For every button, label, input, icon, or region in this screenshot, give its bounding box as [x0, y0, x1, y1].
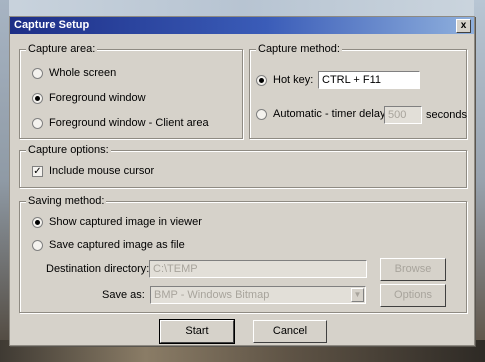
radio-indicator-selected — [32, 216, 43, 228]
desktop-background-left — [0, 0, 9, 362]
capture-method-label: Capture method: — [256, 43, 342, 55]
seconds-label: seconds — [426, 109, 467, 121]
start-button[interactable]: Start — [159, 319, 235, 344]
checkbox-label: Include mouse cursor — [49, 165, 155, 177]
radio-indicator — [256, 108, 267, 120]
radio-foreground-client-area[interactable]: Foreground window - Client area — [32, 117, 209, 129]
radio-foreground-window[interactable]: Foreground window — [32, 92, 146, 104]
capture-area-group: Capture area: Whole screen Foreground wi… — [19, 43, 243, 139]
check-icon: ✓ — [32, 165, 43, 177]
destination-directory-input[interactable]: C:\TEMP — [149, 260, 367, 278]
radio-label: Whole screen — [49, 67, 117, 79]
radio-whole-screen[interactable]: Whole screen — [32, 67, 116, 79]
capture-options-group: Capture options: ✓ Include mouse cursor — [19, 144, 467, 188]
hotkey-label: Hot key: — [273, 74, 314, 86]
timer-delay-input[interactable]: 500 — [384, 106, 422, 124]
destination-directory-label: Destination directory: — [46, 263, 150, 275]
save-as-label: Save as: — [102, 289, 145, 301]
saving-method-group: Saving method: Show captured image in vi… — [19, 195, 467, 313]
radio-hot-key[interactable]: Hot key: — [256, 74, 313, 86]
radio-save-as-file[interactable]: Save captured image as file — [32, 239, 185, 251]
options-button[interactable]: Options — [380, 284, 446, 307]
capture-method-group: Capture method: Hot key: CTRL + F11 Auto… — [249, 43, 467, 139]
close-icon: x — [460, 20, 467, 31]
checkbox-include-mouse-cursor[interactable]: ✓ Include mouse cursor — [32, 165, 154, 177]
radio-automatic-timer[interactable]: Automatic - timer delay: — [256, 108, 389, 120]
radio-indicator-selected — [32, 92, 43, 104]
saving-method-label: Saving method: — [26, 195, 107, 207]
automatic-label: Automatic - timer delay: — [273, 108, 389, 120]
capture-options-label: Capture options: — [26, 144, 111, 156]
save-as-value: BMP - Windows Bitmap — [154, 289, 270, 301]
radio-indicator — [32, 117, 43, 129]
capture-area-label: Capture area: — [26, 43, 98, 55]
radio-label: Show captured image in viewer — [49, 216, 202, 228]
desktop-background-top — [0, 0, 485, 16]
radio-indicator-selected — [256, 74, 267, 86]
browse-button[interactable]: Browse — [380, 258, 446, 281]
close-button[interactable]: x — [456, 19, 471, 33]
title-bar[interactable]: Capture Setup x — [10, 17, 474, 34]
radio-indicator — [32, 239, 43, 251]
radio-label: Foreground window - Client area — [49, 117, 209, 129]
chevron-down-icon[interactable]: ▼ — [351, 288, 364, 302]
capture-setup-dialog: Capture Setup x Capture area: Whole scre… — [9, 16, 475, 346]
radio-indicator — [32, 67, 43, 79]
hotkey-input[interactable]: CTRL + F11 — [318, 71, 420, 89]
cancel-button[interactable]: Cancel — [253, 320, 327, 343]
save-as-select[interactable]: BMP - Windows Bitmap ▼ — [150, 286, 366, 304]
radio-label: Save captured image as file — [49, 239, 185, 251]
radio-show-in-viewer[interactable]: Show captured image in viewer — [32, 216, 202, 228]
dialog-title: Capture Setup — [14, 19, 90, 31]
radio-label: Foreground window — [49, 92, 146, 104]
desktop-background-right — [474, 0, 485, 362]
